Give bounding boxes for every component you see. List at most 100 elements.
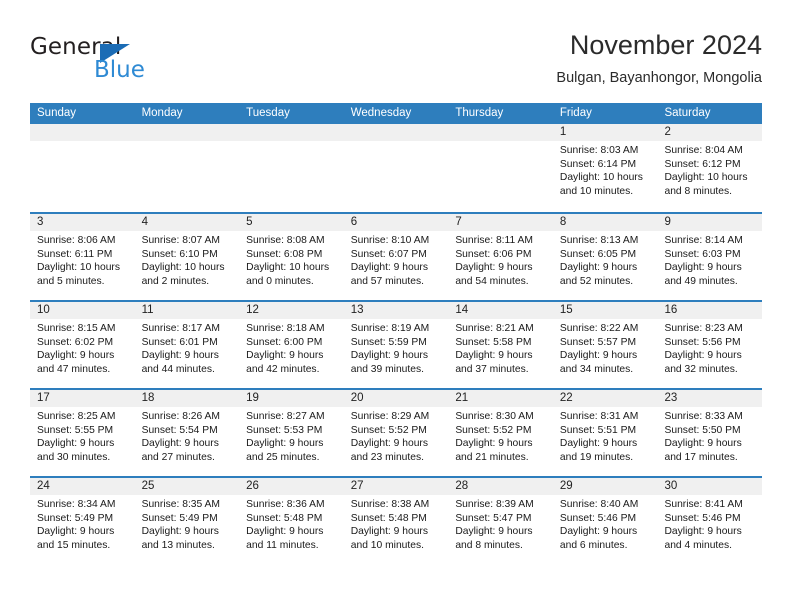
day-detail-line: Sunrise: 8:30 AM — [455, 411, 534, 422]
calendar-day-cell[interactable]: 11 Sunrise: 8:17 AM Sunset: 6:01 PM Dayligh… — [135, 302, 240, 388]
day-detail-line: Sunrise: 8:36 AM — [246, 499, 325, 510]
calendar-day-cell[interactable]: 19 Sunrise: 8:27 AM Sunset: 5:53 PM Dayligh… — [239, 390, 344, 476]
calendar-day-cell[interactable]: 16 Sunrise: 8:23 AM Sunset: 5:56 PM Dayligh… — [657, 302, 762, 388]
logo-text-blue: Blue — [94, 57, 145, 83]
calendar-day-cell[interactable]: 6 Sunrise: 8:10 AM Sunset: 6:07 PM Daylight… — [344, 214, 449, 300]
calendar-day-cell[interactable]: 25 Sunrise: 8:35 AM Sunset: 5:49 PM Dayligh… — [135, 478, 240, 564]
day-detail-line: Sunset: 5:52 PM — [455, 424, 532, 436]
day-detail-line: Sunset: 5:46 PM — [664, 512, 741, 524]
day-number: 12 — [246, 304, 259, 316]
calendar-day-cell[interactable]: 15 Sunrise: 8:22 AM Sunset: 5:57 PM Dayligh… — [553, 302, 658, 388]
week-cells: 3 Sunrise: 8:06 AM Sunset: 6:11 PM Daylight… — [30, 214, 762, 300]
day-number: 2 — [664, 126, 671, 138]
day-detail-line: Sunrise: 8:29 AM — [350, 411, 430, 422]
calendar-day-cell[interactable]: 5 Sunrise: 8:08 AM Sunset: 6:08 PM Daylight… — [239, 214, 344, 300]
day-detail-line: Daylight: 9 hours — [350, 438, 429, 450]
day-detail-line: Daylight: 9 hours — [664, 438, 742, 450]
day-detail-line: and 49 minutes. — [664, 275, 738, 287]
day-details: Sunrise: 8:36 AM Sunset: 5:48 PM Daylight:… — [246, 498, 338, 552]
week-cells: 1 Sunrise: 8:03 AM Sunset: 6:14 PM Daylight… — [30, 124, 762, 212]
day-header-sunday: Sunday — [37, 107, 77, 119]
day-detail-line: Daylight: 9 hours — [455, 262, 533, 274]
day-detail-line: and 4 minutes. — [664, 539, 733, 551]
day-detail-line: Daylight: 10 hours — [37, 262, 120, 274]
calendar-day-cell[interactable]: 8 Sunrise: 8:13 AM Sunset: 6:05 PM Daylight… — [553, 214, 658, 300]
day-detail-line: Daylight: 9 hours — [664, 262, 742, 274]
calendar-day-cell[interactable]: 1 Sunrise: 8:03 AM Sunset: 6:14 PM Daylight… — [553, 124, 658, 212]
day-number: 11 — [141, 304, 154, 316]
day-detail-line: and 44 minutes. — [141, 363, 215, 375]
day-detail-line: Daylight: 9 hours — [37, 526, 115, 538]
title-block: November 2024 Bulgan, Bayanhongor, Mongo… — [556, 28, 762, 88]
day-detail-line: Daylight: 9 hours — [37, 438, 115, 450]
day-detail-line: and 54 minutes. — [455, 275, 529, 287]
day-detail-line: Sunset: 5:57 PM — [559, 336, 637, 348]
day-detail-line: Daylight: 9 hours — [246, 438, 324, 450]
day-number: 9 — [664, 216, 671, 228]
day-header-tuesday: Tuesday — [246, 107, 290, 119]
day-details: Sunrise: 8:35 AM Sunset: 5:49 PM Daylight:… — [142, 498, 234, 552]
day-detail-line: Sunrise: 8:27 AM — [246, 411, 325, 422]
day-detail-line: Sunset: 6:08 PM — [246, 248, 323, 260]
week-cells: 17 Sunrise: 8:25 AM Sunset: 5:55 PM Dayligh… — [30, 390, 762, 476]
day-detail-line: Daylight: 9 hours — [37, 350, 115, 362]
calendar-cell-empty — [448, 124, 553, 212]
day-detail-line: Daylight: 9 hours — [455, 350, 533, 362]
day-details: Sunrise: 8:23 AM Sunset: 5:56 PM Daylight:… — [664, 322, 756, 376]
day-detail-line: Daylight: 9 hours — [141, 438, 219, 450]
day-detail-line: Daylight: 10 hours — [559, 172, 643, 184]
calendar-cell-empty — [344, 124, 449, 212]
day-details: Sunrise: 8:41 AM Sunset: 5:46 PM Daylight:… — [664, 498, 756, 552]
week-cells: 10 Sunrise: 8:15 AM Sunset: 6:02 PM Dayligh… — [30, 302, 762, 388]
day-detail-line: Sunrise: 8:15 AM — [37, 323, 116, 334]
day-details: Sunrise: 8:04 AM Sunset: 6:12 PM Daylight:… — [664, 144, 756, 198]
calendar-day-cell[interactable]: 30 Sunrise: 8:41 AM Sunset: 5:46 PM Dayligh… — [657, 478, 762, 564]
day-detail-line: Daylight: 9 hours — [350, 262, 429, 274]
calendar-day-cell[interactable]: 21 Sunrise: 8:30 AM Sunset: 5:52 PM Dayligh… — [448, 390, 553, 476]
calendar-day-cell[interactable]: 3 Sunrise: 8:06 AM Sunset: 6:11 PM Daylight… — [30, 214, 135, 300]
day-detail-line: Daylight: 9 hours — [664, 350, 742, 362]
day-detail-line: Sunset: 6:12 PM — [664, 158, 741, 170]
calendar-day-cell[interactable]: 7 Sunrise: 8:11 AM Sunset: 6:06 PM Daylight… — [448, 214, 553, 300]
calendar-day-cell[interactable]: 28 Sunrise: 8:39 AM Sunset: 5:47 PM Dayligh… — [448, 478, 553, 564]
day-details: Sunrise: 8:07 AM Sunset: 6:10 PM Daylight:… — [142, 234, 234, 288]
calendar-day-cell[interactable]: 26 Sunrise: 8:36 AM Sunset: 5:48 PM Dayligh… — [239, 478, 344, 564]
day-detail-line: and 0 minutes. — [246, 275, 314, 287]
day-details: Sunrise: 8:29 AM Sunset: 5:52 PM Daylight:… — [351, 410, 443, 464]
calendar-day-cell[interactable]: 9 Sunrise: 8:14 AM Sunset: 6:03 PM Daylight… — [657, 214, 762, 300]
day-detail-line: Sunset: 6:01 PM — [141, 336, 218, 348]
day-detail-line: Daylight: 10 hours — [141, 262, 225, 274]
day-header-friday: Friday — [559, 107, 592, 119]
calendar-day-cell[interactable]: 2 Sunrise: 8:04 AM Sunset: 6:12 PM Daylight… — [657, 124, 762, 212]
day-detail-line: and 25 minutes. — [246, 451, 320, 463]
day-number: 16 — [664, 304, 678, 316]
calendar-day-cell[interactable]: 13 Sunrise: 8:19 AM Sunset: 5:59 PM Dayligh… — [344, 302, 449, 388]
calendar-day-cell[interactable]: 18 Sunrise: 8:26 AM Sunset: 5:54 PM Dayligh… — [135, 390, 240, 476]
day-detail-line: Sunrise: 8:08 AM — [246, 235, 325, 246]
calendar-day-cell[interactable]: 29 Sunrise: 8:40 AM Sunset: 5:46 PM Dayligh… — [553, 478, 658, 564]
calendar-weeks: 1 Sunrise: 8:03 AM Sunset: 6:14 PM Daylight… — [30, 124, 762, 564]
day-of-week-header-row: Sunday Monday Tuesday Wednesday Thursday Frid… — [30, 103, 762, 124]
calendar-day-cell[interactable]: 14 Sunrise: 8:21 AM Sunset: 5:58 PM Dayligh… — [448, 302, 553, 388]
day-details: Sunrise: 8:39 AM Sunset: 5:47 PM Daylight:… — [455, 498, 547, 552]
day-detail-line: Sunrise: 8:41 AM — [664, 499, 743, 510]
day-detail-line: Daylight: 9 hours — [455, 526, 533, 538]
calendar-day-cell[interactable]: 17 Sunrise: 8:25 AM Sunset: 5:55 PM Dayligh… — [30, 390, 135, 476]
week-cells: 24 Sunrise: 8:34 AM Sunset: 5:49 PM Dayligh… — [30, 478, 762, 564]
calendar-day-cell[interactable]: 22 Sunrise: 8:31 AM Sunset: 5:51 PM Dayligh… — [553, 390, 658, 476]
day-detail-line: and 6 minutes. — [559, 539, 628, 551]
day-detail-line: Sunset: 6:14 PM — [559, 158, 637, 170]
day-detail-line: Sunset: 6:11 PM — [37, 248, 113, 260]
calendar-day-cell[interactable]: 12 Sunrise: 8:18 AM Sunset: 6:00 PM Dayligh… — [239, 302, 344, 388]
calendar-day-cell[interactable]: 10 Sunrise: 8:15 AM Sunset: 6:02 PM Dayligh… — [30, 302, 135, 388]
calendar-day-cell[interactable]: 23 Sunrise: 8:33 AM Sunset: 5:50 PM Dayligh… — [657, 390, 762, 476]
calendar-cell-empty — [239, 124, 344, 212]
day-detail-line: Sunset: 5:52 PM — [350, 424, 427, 436]
calendar-day-cell[interactable]: 27 Sunrise: 8:38 AM Sunset: 5:48 PM Dayligh… — [344, 478, 449, 564]
calendar-day-cell[interactable]: 24 Sunrise: 8:34 AM Sunset: 5:49 PM Dayligh… — [30, 478, 135, 564]
day-detail-line: Sunrise: 8:04 AM — [664, 145, 743, 156]
calendar-week-row: 17 Sunrise: 8:25 AM Sunset: 5:55 PM Dayligh… — [30, 388, 762, 476]
calendar-day-cell[interactable]: 4 Sunrise: 8:07 AM Sunset: 6:10 PM Daylight… — [135, 214, 240, 300]
day-detail-line: Sunrise: 8:19 AM — [350, 323, 430, 334]
calendar-day-cell[interactable]: 20 Sunrise: 8:29 AM Sunset: 5:52 PM Dayligh… — [344, 390, 449, 476]
